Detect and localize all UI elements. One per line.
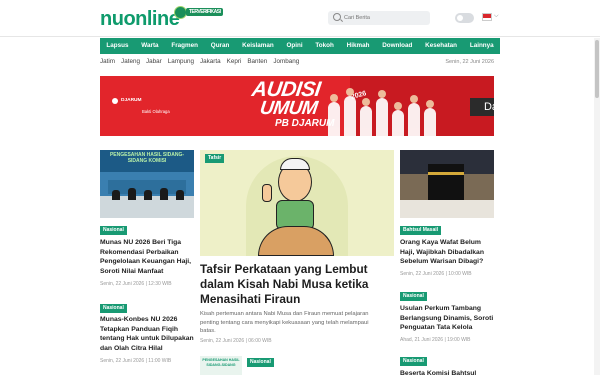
banner-cta-button[interactable]: Daftar Sekarang: [470, 98, 494, 116]
indonesia-flag-icon[interactable]: [482, 13, 492, 21]
article-title[interactable]: Usulan Perkum Tambang Berlangsung Dinami…: [400, 304, 494, 333]
kaaba-icon: [428, 164, 464, 202]
player-figure-icon: [424, 100, 436, 136]
article-meta: Senin, 22 Juni 2026 | 06:00 WIB: [200, 338, 272, 344]
nav-item-hikmah[interactable]: Hikmah: [340, 38, 376, 54]
feature-excerpt: Kisah pertemuan antara Nabi Musa dan Fir…: [200, 311, 369, 334]
nav-item-warta[interactable]: Warta: [135, 38, 165, 54]
nav-item-tokoh[interactable]: Tokoh: [309, 38, 340, 54]
nav-item-download[interactable]: Download: [376, 38, 419, 54]
player-figure-icon: [360, 98, 372, 136]
article-meta: Senin, 22 Juni 2026 | 11:00 WIB: [100, 358, 172, 364]
category-tag[interactable]: Nasional: [100, 226, 127, 235]
site-header: nuonline TERVERIFIKASI ⌵: [0, 0, 600, 37]
dark-mode-toggle[interactable]: [455, 13, 474, 23]
region-links: Jatim Jateng Jabar Lampung Jakarta Kepri…: [100, 56, 500, 68]
article-meta: Ahad, 21 Juni 2026 | 19:00 WIB: [400, 337, 471, 343]
verified-badge: TERVERIFIKASI: [186, 8, 224, 16]
sponsor-djarum: DJARUM: [121, 98, 142, 103]
article-meta: Senin, 22 Juni 2026 | 12:30 WIB: [100, 281, 172, 287]
search-box[interactable]: [328, 11, 430, 25]
article-title[interactable]: Munas NU 2026 Beri Tiga Rekomendasi Perb…: [100, 238, 194, 276]
region-kepri[interactable]: Kepri: [227, 56, 242, 68]
region-jateng[interactable]: Jateng: [121, 56, 140, 68]
site-logo[interactable]: nuonline TERVERIFIKASI: [100, 6, 224, 31]
chevron-down-icon[interactable]: ⌵: [494, 13, 499, 20]
main-nav: Lapsus Warta Fragmen Quran Keislaman Opi…: [100, 38, 500, 54]
feature-title[interactable]: Tafsir Perkataan yang Lembut dalam Kisah…: [200, 262, 394, 307]
nav-item-lapsus[interactable]: Lapsus: [100, 38, 135, 54]
scrollbar-thumb[interactable]: [595, 40, 599, 98]
nav-item-lainnya[interactable]: Lainnya: [463, 38, 500, 54]
player-figure-icon: [344, 88, 356, 136]
banner-headline-pbdjarum: PB DJARUM: [275, 118, 335, 129]
nav-item-quran[interactable]: Quran: [204, 38, 235, 54]
nav-item-keislaman[interactable]: Keislaman: [236, 38, 280, 54]
category-tag[interactable]: Nasional: [247, 358, 274, 367]
nav-item-kesehatan[interactable]: Kesehatan: [419, 38, 464, 54]
region-lampung[interactable]: Lampung: [168, 56, 194, 68]
search-icon[interactable]: [333, 13, 341, 21]
search-input[interactable]: [344, 11, 428, 25]
category-tag[interactable]: Nasional: [400, 357, 427, 366]
region-jombang[interactable]: Jombang: [273, 56, 299, 68]
region-jakarta[interactable]: Jakarta: [200, 56, 221, 68]
article-title[interactable]: Munas-Konbes NU 2026 Tetapkan Panduan Fi…: [100, 315, 194, 353]
nav-item-fragmen[interactable]: Fragmen: [165, 38, 204, 54]
player-figure-icon: [328, 94, 340, 136]
player-figure-icon: [376, 90, 388, 136]
image-caption: PENGESAHAN HASIL SIDANG-SIDANG: [202, 358, 240, 367]
logo-text-online: online: [123, 8, 180, 30]
category-tag[interactable]: Nasional: [100, 304, 127, 313]
nav-item-opini[interactable]: Opini: [280, 38, 309, 54]
djarum-logo-icon: [112, 98, 118, 104]
region-banten[interactable]: Banten: [247, 56, 267, 68]
toggle-knob: [457, 15, 463, 21]
feature-image-illustration[interactable]: [200, 150, 394, 256]
article-image-next[interactable]: PENGESAHAN HASIL SIDANG-SIDANG: [200, 356, 242, 375]
ad-banner[interactable]: DJARUM Bakti Olahraga AUDISI UMUM 2026 P…: [100, 76, 494, 136]
article-image-munas[interactable]: PENGESAHAN HASIL SIDANG-SIDANG KOMISI: [100, 150, 194, 218]
logo-text-nu: nu: [100, 8, 124, 30]
article-title[interactable]: Orang Kaya Wafat Belum Haji, Wajibkah Di…: [400, 238, 494, 267]
player-figure-icon: [408, 95, 420, 136]
category-tag[interactable]: Tafsir: [205, 154, 225, 163]
banner-headline-umum: UMUM: [258, 98, 319, 119]
player-figure-icon: [392, 102, 404, 136]
article-image-kaaba[interactable]: [400, 150, 494, 218]
category-tag[interactable]: Bahtsul Masail: [400, 226, 442, 235]
region-jabar[interactable]: Jabar: [146, 56, 162, 68]
region-jatim[interactable]: Jatim: [100, 56, 115, 68]
current-date: Senin, 22 Juni 2026: [445, 59, 494, 65]
category-tag[interactable]: Nasional: [400, 292, 427, 301]
article-title[interactable]: Beserta Komisi Bahtsul Masail: [400, 369, 494, 375]
article-meta: Senin, 22 Juni 2026 | 10:00 WIB: [400, 271, 472, 277]
image-caption: PENGESAHAN HASIL SIDANG-SIDANG KOMISI: [109, 152, 185, 164]
page-scrollbar[interactable]: [594, 38, 600, 375]
sponsor-bakti: Bakti Olahraga: [142, 109, 170, 114]
